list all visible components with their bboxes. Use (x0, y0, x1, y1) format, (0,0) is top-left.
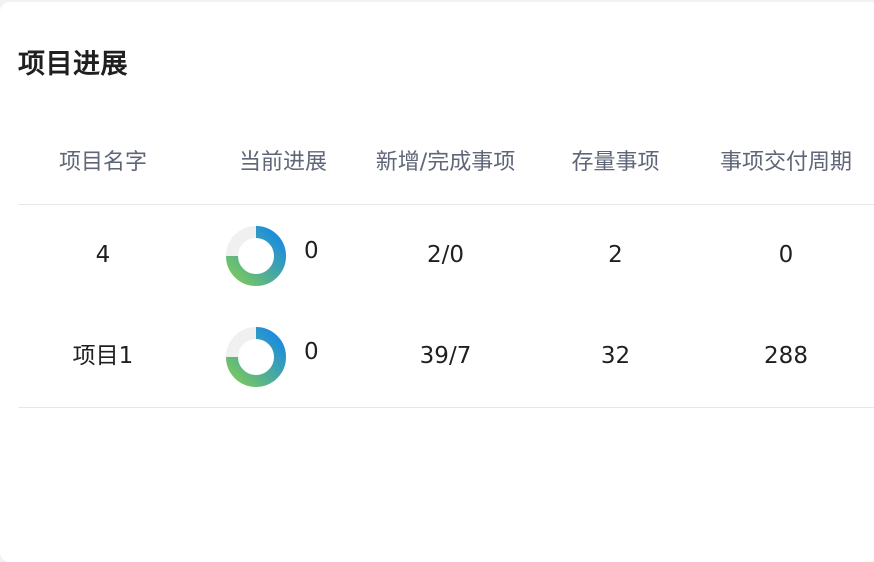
progress-donut-icon (226, 327, 286, 387)
table-header-row: 项目名字 当前进展 新增/完成事项 存量事项 事项交付周期 (18, 122, 874, 205)
delivery-cycle-cell: 288 (764, 343, 808, 369)
project-name-cell: 项目1 (72, 343, 134, 369)
table-row[interactable]: 项目1 0 39/7 32 288 (18, 306, 874, 408)
progress-value: 0 (304, 238, 319, 264)
progress-cell: 0 (208, 205, 358, 306)
header-current-progress: 当前进展 (238, 150, 327, 175)
delivery-cycle-cell: 0 (778, 242, 794, 268)
card-title: 项目进展 (18, 49, 128, 80)
progress-donut-icon (226, 226, 286, 286)
header-stock-items: 存量事项 (571, 150, 660, 175)
project-progress-table: 项目名字 当前进展 新增/完成事项 存量事项 事项交付周期 4 0 2/0 2 … (18, 122, 874, 408)
project-progress-card: 项目进展 项目名字 当前进展 新增/完成事项 存量事项 事项交付周期 4 0 2… (0, 2, 874, 562)
stock-items-cell: 2 (608, 242, 623, 268)
added-completed-cell: 39/7 (419, 343, 472, 369)
progress-cell: 0 (208, 306, 358, 407)
header-added-completed: 新增/完成事项 (375, 150, 516, 175)
progress-value: 0 (304, 339, 319, 365)
header-delivery-cycle: 事项交付周期 (719, 150, 852, 175)
added-completed-cell: 2/0 (426, 242, 464, 268)
stock-items-cell: 32 (600, 343, 631, 369)
table-row[interactable]: 4 0 2/0 2 0 (18, 205, 874, 306)
project-name-cell: 4 (95, 242, 111, 268)
header-project-name: 项目名字 (58, 150, 147, 175)
